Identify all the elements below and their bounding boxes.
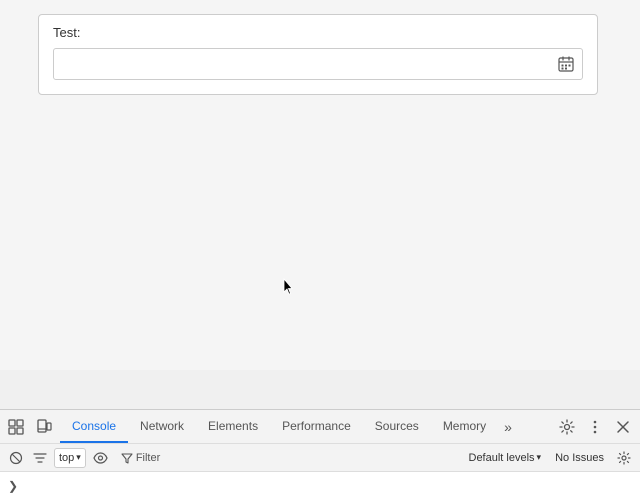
tabs-right-icons (554, 415, 636, 439)
test-form-box: Test: (38, 14, 598, 95)
settings-button[interactable] (554, 415, 580, 439)
tabs-list: Console Network Elements Performance Sou… (60, 410, 554, 443)
tab-elements[interactable]: Elements (196, 410, 270, 443)
inspect-element-button[interactable] (4, 415, 28, 439)
console-settings-button[interactable] (614, 448, 634, 468)
test-form-label: Test: (53, 25, 583, 40)
tab-icons (4, 415, 56, 439)
top-frame-selector[interactable]: top ▾ (54, 448, 86, 468)
close-devtools-button[interactable] (610, 415, 636, 439)
top-frame-value: top (59, 452, 74, 464)
test-form-input-row (53, 48, 583, 80)
cursor (283, 278, 295, 296)
no-issues-label: No Issues (555, 452, 604, 464)
main-content: Test: (0, 0, 640, 370)
calendar-button[interactable] (556, 54, 576, 74)
test-form-input[interactable] (60, 57, 556, 72)
tab-sources[interactable]: Sources (363, 410, 431, 443)
tabs-bar: Console Network Elements Performance Sou… (0, 410, 640, 444)
device-toolbar-button[interactable] (32, 415, 56, 439)
tab-console[interactable]: Console (60, 410, 128, 443)
default-levels-label: Default levels (469, 452, 535, 464)
default-levels-arrow: ▾ (537, 452, 542, 463)
filter-button[interactable]: Filter (115, 450, 166, 466)
eye-button[interactable] (90, 449, 111, 467)
default-levels-button[interactable]: Default levels ▾ (465, 450, 546, 466)
tab-memory[interactable]: Memory (431, 410, 498, 443)
tab-network[interactable]: Network (128, 410, 196, 443)
clear-console-button[interactable] (6, 448, 26, 468)
console-content: ❯ (0, 472, 640, 500)
devtools-panel: Console Network Elements Performance Sou… (0, 409, 640, 500)
tab-performance[interactable]: Performance (270, 410, 363, 443)
filter-label: Filter (136, 452, 160, 464)
console-toolbar: top ▾ Filter Default levels ▾ No Issues (0, 444, 640, 472)
filter-toggle-button[interactable] (30, 448, 50, 468)
tabs-overflow-button[interactable]: » (498, 415, 518, 439)
console-prompt-arrow[interactable]: ❯ (8, 479, 18, 493)
more-options-button[interactable] (582, 415, 608, 439)
no-issues-badge: No Issues (549, 450, 610, 466)
top-frame-arrow: ▾ (76, 452, 81, 463)
calendar-icon (558, 56, 574, 72)
